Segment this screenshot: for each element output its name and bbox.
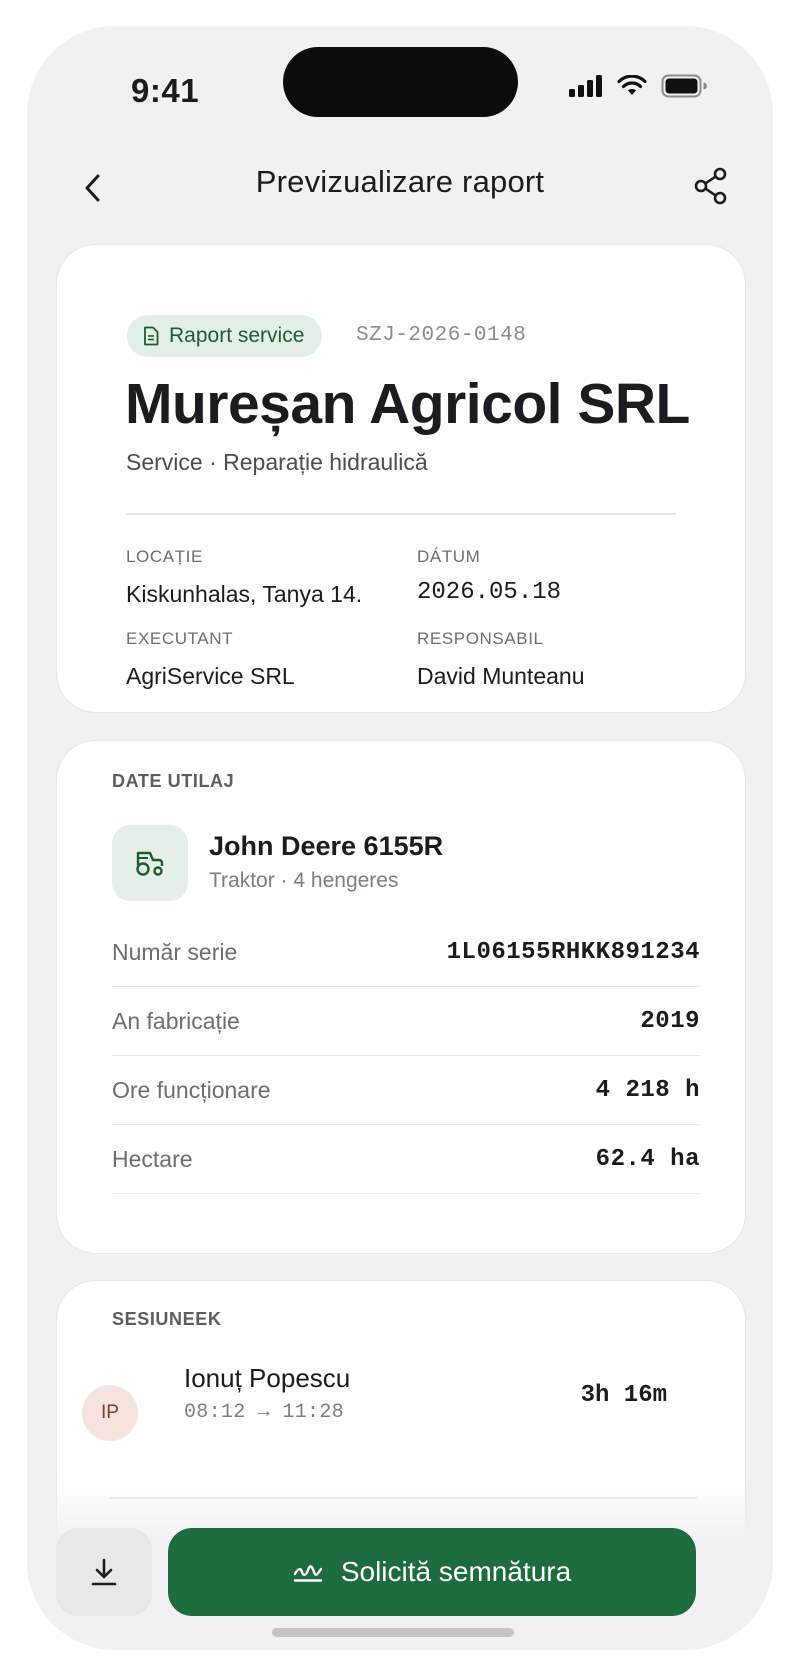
location-label: LOCAȚIE bbox=[126, 547, 203, 566]
sign-button-label: Solicită semnătura bbox=[340, 1556, 572, 1587]
tractor-icon bbox=[136, 851, 164, 876]
spec-row-serial: Număr serie 1L06155RHKK891234 bbox=[112, 918, 700, 987]
signature-icon bbox=[293, 1565, 323, 1582]
machine-avatar bbox=[112, 825, 188, 901]
session-duration: 3h 16m bbox=[580, 1382, 667, 1409]
spec-label: Număr serie bbox=[112, 938, 238, 965]
date-label: DÁTUM bbox=[417, 547, 481, 566]
responsible-value: David Munteanu bbox=[417, 663, 585, 689]
page-title: Previzualizare raport bbox=[255, 164, 545, 199]
spec-value: 1L06155RHKK891234 bbox=[446, 938, 700, 966]
share-button[interactable] bbox=[687, 162, 735, 210]
document-icon bbox=[144, 326, 159, 346]
service-subtitle: Service · Reparație hidraulică bbox=[126, 449, 428, 475]
battery-icon bbox=[661, 74, 707, 98]
wifi-icon bbox=[617, 75, 647, 95]
location-value: Kiskunhalas, Tanya 14. bbox=[126, 581, 363, 607]
machine-subtitle: Traktor · 4 hengeres bbox=[209, 869, 399, 892]
machine-name: John Deere 6155R bbox=[209, 831, 444, 861]
download-icon bbox=[91, 1558, 117, 1586]
report-type-badge: Raport service bbox=[127, 315, 323, 357]
status-time: 9:41 bbox=[131, 72, 200, 109]
sessions-section-title: SESIUNEEK bbox=[112, 1309, 222, 1329]
machine-section-title: DATE UTILAJ bbox=[112, 771, 235, 791]
status-icons bbox=[569, 74, 707, 98]
spec-row-hectares: Hectare 62.4 ha bbox=[112, 1125, 700, 1194]
responsible-label: RESPONSABIL bbox=[417, 629, 544, 648]
spec-value: 4 218 h bbox=[595, 1076, 700, 1104]
home-indicator bbox=[272, 1628, 514, 1637]
dynamic-island bbox=[283, 47, 518, 117]
date-value: 2026.05.18 bbox=[417, 579, 562, 606]
company-name: Mureșan Agricol SRL bbox=[125, 372, 690, 436]
download-button[interactable] bbox=[56, 1528, 152, 1616]
signal-icon bbox=[569, 75, 602, 97]
badge-label: Raport service bbox=[169, 324, 305, 347]
session-time-range: 08:12 → 11:28 bbox=[184, 1401, 344, 1424]
executor-value: AgriService SRL bbox=[126, 663, 295, 689]
session-worker-name: Ionuț Popescu bbox=[184, 1363, 351, 1393]
spec-value: 2019 bbox=[640, 1007, 700, 1035]
machine-card: DATE UTILAJ John Deere 6155R Traktor · 4… bbox=[56, 740, 746, 1254]
report-card: Raport service SZJ-2026-0148 Mureșan Agr… bbox=[56, 244, 746, 713]
spec-label: Ore funcționare bbox=[112, 1076, 271, 1103]
avatar: IP bbox=[82, 1385, 138, 1441]
report-code: SZJ-2026-0148 bbox=[356, 324, 527, 347]
spec-row-hours: Ore funcționare 4 218 h bbox=[112, 1056, 700, 1125]
executor-label: EXECUTANT bbox=[126, 629, 234, 648]
request-signature-button[interactable]: Solicită semnătura bbox=[168, 1528, 696, 1616]
spec-row-year: An fabricație 2019 bbox=[112, 987, 700, 1056]
share-icon bbox=[694, 167, 727, 205]
spec-label: An fabricație bbox=[112, 1007, 240, 1034]
spec-label: Hectare bbox=[112, 1145, 193, 1172]
phone-screen: 9:41 Previzualizare raport Raport servic… bbox=[27, 26, 773, 1650]
spec-value: 62.4 ha bbox=[595, 1145, 700, 1173]
divider bbox=[126, 513, 676, 515]
